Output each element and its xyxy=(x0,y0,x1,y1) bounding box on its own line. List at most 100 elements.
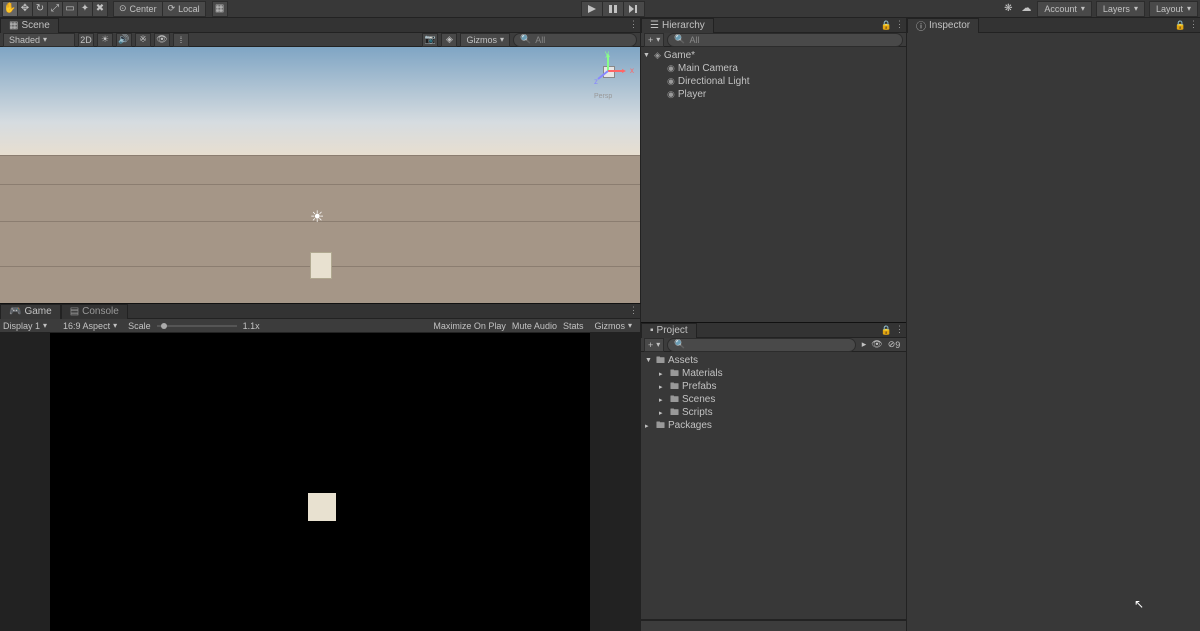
hierarchy-create-dropdown[interactable]: + xyxy=(644,33,664,47)
expand-arrow-icon[interactable]: ▸ xyxy=(645,422,653,430)
hierarchy-item-label: Player xyxy=(678,89,706,100)
scene-audio-toggle[interactable]: 🔊 xyxy=(116,33,132,47)
scene-camera-icon[interactable]: 📷 xyxy=(422,33,438,47)
tab-inspector[interactable]: ⓘInspector xyxy=(907,18,979,33)
scene-icon: ▦ xyxy=(9,20,18,31)
inspector-icon: ⓘ xyxy=(916,18,926,33)
orientation-gizmo[interactable]: y x z Persp xyxy=(590,53,630,93)
hand-tool-button[interactable]: ✋ xyxy=(2,1,18,17)
expand-arrow-icon[interactable]: ▼ xyxy=(643,52,651,59)
transform-tool-button[interactable]: ✦ xyxy=(77,1,93,17)
tab-game[interactable]: 🎮Game xyxy=(0,304,61,319)
maximize-on-play-toggle[interactable]: Maximize On Play xyxy=(433,321,506,331)
scene-camera-dropdown[interactable]: ⁞ xyxy=(173,33,189,47)
project-folder-label: Scripts xyxy=(682,407,713,418)
inspector-panel-menu[interactable]: ⋮ xyxy=(1189,19,1198,30)
btn-2d[interactable]: 2D xyxy=(78,33,94,47)
cloud-icon[interactable]: ☁ xyxy=(1019,2,1033,16)
hierarchy-lock-icon[interactable]: 🔒 xyxy=(881,20,892,31)
scene-search-field[interactable]: 🔍All xyxy=(513,33,637,47)
collab-icon[interactable]: ❋ xyxy=(1001,2,1015,16)
scene-toolbar: Shaded 2D ☀ 🔊 ※ 👁 ⁞ 📷 ◈ Gizmos 🔍All xyxy=(0,33,640,47)
project-panel-menu[interactable]: ⋮ xyxy=(895,324,904,335)
scene-sky xyxy=(0,47,640,155)
project-packages-root[interactable]: ▸🖿Packages xyxy=(641,419,906,432)
layout-dropdown[interactable]: Layout xyxy=(1149,1,1198,17)
slider-thumb[interactable] xyxy=(161,323,167,329)
step-button[interactable] xyxy=(623,1,645,17)
game-icon: 🎮 xyxy=(9,306,21,317)
play-button[interactable] xyxy=(581,1,603,17)
display-dropdown-label: Display 1 xyxy=(3,321,40,331)
hierarchy-item-directional-light[interactable]: ◉ Directional Light xyxy=(641,75,906,88)
hierarchy-search-field[interactable]: 🔍All xyxy=(667,33,903,47)
expand-arrow-icon[interactable]: ▸ xyxy=(659,370,667,378)
project-folder-scenes[interactable]: ▸🖿Scenes xyxy=(641,393,906,406)
move-tool-button[interactable]: ✥ xyxy=(17,1,33,17)
gameobject-icon: ◉ xyxy=(667,76,675,87)
game-gizmos-dropdown[interactable]: Gizmos xyxy=(589,320,637,332)
rotate-tool-button[interactable]: ↻ xyxy=(32,1,48,17)
scene-panel-menu[interactable]: ⋮ xyxy=(629,19,638,30)
unity-logo-icon: ◈ xyxy=(654,50,661,61)
mute-audio-toggle[interactable]: Mute Audio xyxy=(512,321,557,331)
project-tree[interactable]: ▼ 🖿 Assets ▸🖿Materials ▸🖿Prefabs ▸🖿Scene… xyxy=(641,352,906,620)
inspector-lock-icon[interactable]: 🔒 xyxy=(1175,20,1186,31)
hierarchy-item-main-camera[interactable]: ◉ Main Camera xyxy=(641,62,906,75)
project-create-dropdown[interactable]: + xyxy=(644,338,664,352)
tab-hierarchy[interactable]: ☰Hierarchy xyxy=(641,18,714,33)
pause-button[interactable] xyxy=(602,1,624,17)
project-folder-materials[interactable]: ▸🖿Materials xyxy=(641,367,906,380)
player-cube-object[interactable] xyxy=(310,252,332,279)
scale-label: Scale xyxy=(128,321,151,331)
layout-dropdown-label: Layout xyxy=(1156,4,1183,14)
tab-scene[interactable]: ▦Scene xyxy=(0,18,59,33)
scale-tool-button[interactable]: ⤢ xyxy=(47,1,63,17)
tab-console[interactable]: ▤Console xyxy=(61,304,128,319)
pivot-toggle-button[interactable]: ⊙Center xyxy=(113,1,163,17)
hierarchy-item-player[interactable]: ◉ Player xyxy=(641,88,906,101)
project-hidden-count[interactable]: ⊘9 xyxy=(885,339,903,351)
expand-arrow-icon[interactable]: ▼ xyxy=(645,357,653,364)
scene-viewport[interactable]: y x z Persp ☀ xyxy=(0,47,640,303)
aspect-dropdown[interactable]: 16:9 Aspect xyxy=(58,320,122,332)
hierarchy-scene-root[interactable]: ▼ ◈ Game* xyxy=(641,49,906,62)
shading-mode-dropdown[interactable]: Shaded xyxy=(3,33,75,47)
project-folder-prefabs[interactable]: ▸🖿Prefabs xyxy=(641,380,906,393)
custom-tool-button[interactable]: ✖ xyxy=(92,1,108,17)
project-filter-icon[interactable]: ▸ xyxy=(859,339,869,351)
folder-icon: ▪ xyxy=(650,325,654,336)
scene-visibility-toggle[interactable]: 👁 xyxy=(154,33,170,47)
rect-tool-button[interactable]: ▭ xyxy=(62,1,78,17)
game-panel-menu[interactable]: ⋮ xyxy=(629,305,638,316)
game-viewport[interactable] xyxy=(50,333,590,631)
space-toggle-button[interactable]: ⟳Local xyxy=(162,1,206,17)
expand-arrow-icon[interactable]: ▸ xyxy=(659,409,667,417)
project-assets-root[interactable]: ▼ 🖿 Assets xyxy=(641,354,906,367)
gizmos-dropdown[interactable]: Gizmos xyxy=(460,33,510,47)
layers-dropdown[interactable]: Layers xyxy=(1096,1,1145,17)
snap-toggle-button[interactable]: ▦ xyxy=(212,1,228,17)
scene-fx-toggle[interactable]: ※ xyxy=(135,33,151,47)
stats-toggle[interactable]: Stats xyxy=(563,321,584,331)
hierarchy-panel-menu[interactable]: ⋮ xyxy=(895,19,904,30)
scale-slider[interactable] xyxy=(157,325,237,327)
gizmo-toggle-icon[interactable]: ◈ xyxy=(441,33,457,47)
display-dropdown[interactable]: Display 1 xyxy=(3,320,52,332)
project-visibility-icon[interactable]: 👁 xyxy=(872,339,882,351)
project-lock-icon[interactable]: 🔒 xyxy=(881,325,892,336)
expand-arrow-icon[interactable]: ▸ xyxy=(659,396,667,404)
tab-project[interactable]: ▪Project xyxy=(641,323,697,338)
gameobject-icon: ◉ xyxy=(667,89,675,100)
search-icon: 🔍 xyxy=(520,34,531,45)
project-search-field[interactable]: 🔍 xyxy=(667,338,856,352)
scene-tab-bar: ▦Scene ⋮ xyxy=(0,18,640,33)
directional-light-gizmo[interactable]: ☀ xyxy=(310,207,324,227)
aspect-dropdown-label: 16:9 Aspect xyxy=(63,321,110,331)
hierarchy-tree[interactable]: ▼ ◈ Game* ◉ Main Camera ◉ Directional Li… xyxy=(641,47,906,322)
scene-lighting-toggle[interactable]: ☀ xyxy=(97,33,113,47)
project-folder-scripts[interactable]: ▸🖿Scripts xyxy=(641,406,906,419)
expand-arrow-icon[interactable]: ▸ xyxy=(659,383,667,391)
account-dropdown[interactable]: Account xyxy=(1037,1,1092,17)
hierarchy-tab-bar: ☰Hierarchy 🔒 ⋮ xyxy=(641,18,906,33)
